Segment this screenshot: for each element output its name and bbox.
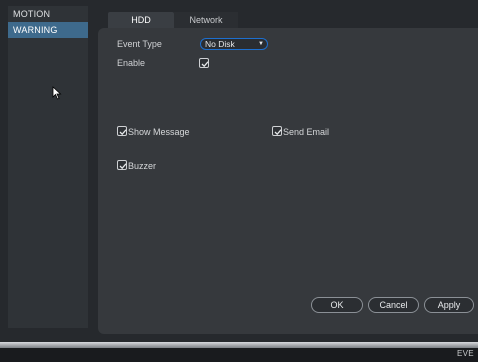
- buzzer-label: Buzzer: [128, 161, 157, 171]
- cancel-button[interactable]: Cancel: [368, 297, 419, 313]
- sidebar-item-motion[interactable]: MOTION: [8, 6, 88, 22]
- checkmark-icon: [201, 61, 209, 68]
- show-message-label: Show Message: [128, 127, 190, 137]
- sidebar: MOTION WARNING: [8, 6, 88, 328]
- enable-checkbox[interactable]: [199, 58, 209, 68]
- enable-label: Enable: [117, 58, 146, 68]
- warning-settings-panel: [98, 28, 478, 334]
- sidebar-item-warning[interactable]: WARNING: [8, 22, 88, 38]
- checkmark-icon: [274, 129, 282, 136]
- tab-network[interactable]: Network: [174, 12, 238, 29]
- mouse-cursor-icon: [52, 86, 62, 100]
- event-type-select[interactable]: No Disk ▼: [200, 38, 268, 50]
- checkmark-icon: [119, 129, 127, 136]
- show-message-checkbox[interactable]: [117, 126, 127, 136]
- bottom-bar: [0, 342, 478, 348]
- tab-hdd[interactable]: HDD: [108, 12, 174, 29]
- send-email-checkbox[interactable]: [272, 126, 282, 136]
- send-email-label: Send Email: [283, 127, 330, 137]
- chevron-down-icon: ▼: [258, 41, 264, 47]
- event-type-label: Event Type: [117, 39, 162, 49]
- checkmark-icon: [119, 163, 127, 170]
- buzzer-checkbox[interactable]: [117, 160, 127, 170]
- event-type-value: No Disk: [205, 39, 235, 49]
- settings-window: MOTION WARNING HDD Network Event Type No…: [0, 0, 478, 342]
- ok-button[interactable]: OK: [311, 297, 363, 313]
- bottom-bar-text: EVE: [457, 349, 474, 358]
- apply-button[interactable]: Apply: [424, 297, 474, 313]
